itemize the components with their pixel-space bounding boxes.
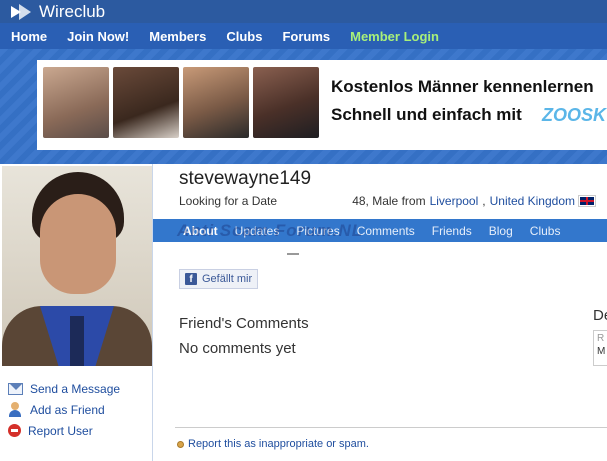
ad-photo-2 [113,67,179,138]
tab-blog[interactable]: Blog [489,224,513,238]
comments-heading: Friend's Comments [179,315,309,332]
side-box-value: M [597,346,606,357]
ad-photo-3 [183,67,249,138]
meta-separator: , [482,194,486,208]
tab-about[interactable]: About [183,224,218,238]
tab-clubs[interactable]: Clubs [530,224,561,238]
report-user-label: Report User [28,423,93,438]
profile-tagline: Looking for a Date [179,194,278,208]
profile-sidebar: Send a Message Add as Friend Report User [0,164,153,461]
nav-clubs[interactable]: Clubs [226,29,262,44]
ad-photo-4 [253,67,319,138]
side-heading: De [593,307,607,324]
zoosk-logo: ZOOSK [542,105,607,125]
main-nav: Home Join Now! Members Clubs Forums Memb… [0,23,607,49]
tab-pictures[interactable]: Pictures [296,224,339,238]
profile-main: stevewayne149 Looking for a Date 48, Mal… [153,164,607,461]
tab-friends[interactable]: Friends [432,224,472,238]
city-link[interactable]: Liverpool [430,194,479,208]
profile-actions: Send a Message Add as Friend Report User [8,378,120,441]
facebook-like-button[interactable]: f Gefällt mir [179,269,259,289]
comments-empty: No comments yet [179,340,296,357]
profile-photo[interactable] [2,166,152,366]
wireclub-logo[interactable]: Wireclub [11,2,105,22]
side-box-label: R [597,333,605,344]
bullet-icon [177,440,184,448]
add-friend-link[interactable]: Add as Friend [8,399,120,420]
report-icon [8,424,21,437]
report-spam-label: Report this as inappropriate or spam. [188,438,369,450]
tab-comments[interactable]: Comments [357,224,415,238]
ad-banner[interactable]: Kostenlos Männer kennenlernen Schnell un… [37,60,607,150]
uk-flag-icon [578,195,596,207]
divider-dash [287,253,299,255]
facebook-icon: f [185,273,197,285]
ad-headline: Kostenlos Männer kennenlernen [331,77,594,96]
tab-updates[interactable]: Updates [235,224,280,238]
side-box: R M [593,330,607,366]
like-label: Gefällt mir [202,273,253,285]
nav-forums[interactable]: Forums [282,29,330,44]
nav-member-login[interactable]: Member Login [350,29,439,44]
nav-home[interactable]: Home [11,29,47,44]
profile-meta: 48, Male from Liverpool, United Kingdom [352,194,596,208]
add-friend-label: Add as Friend [30,402,105,417]
report-user-link[interactable]: Report User [8,420,120,441]
photo-face [40,194,116,294]
send-message-label: Send a Message [30,381,121,396]
country-link[interactable]: United Kingdom [490,194,575,208]
photo-tie [70,316,84,366]
profile-username: stevewayne149 [179,168,312,189]
add-friend-icon [8,402,23,417]
nav-members[interactable]: Members [149,29,206,44]
ad-subline: Schnell und einfach mit [331,105,522,124]
wireclub-logo-icon [11,4,33,20]
content-divider [175,427,607,428]
report-spam-link[interactable]: Report this as inappropriate or spam. [177,438,369,450]
title-bar: Wireclub [0,0,607,23]
age-gender: 48, Male from [352,194,426,208]
envelope-icon [8,382,23,395]
brand-name: Wireclub [39,2,106,21]
nav-join-now[interactable]: Join Now! [67,29,129,44]
profile-tabs: About Updates Pictures Comments Friends … [153,219,607,242]
send-message-link[interactable]: Send a Message [8,378,120,399]
ad-photo-1 [43,67,109,138]
